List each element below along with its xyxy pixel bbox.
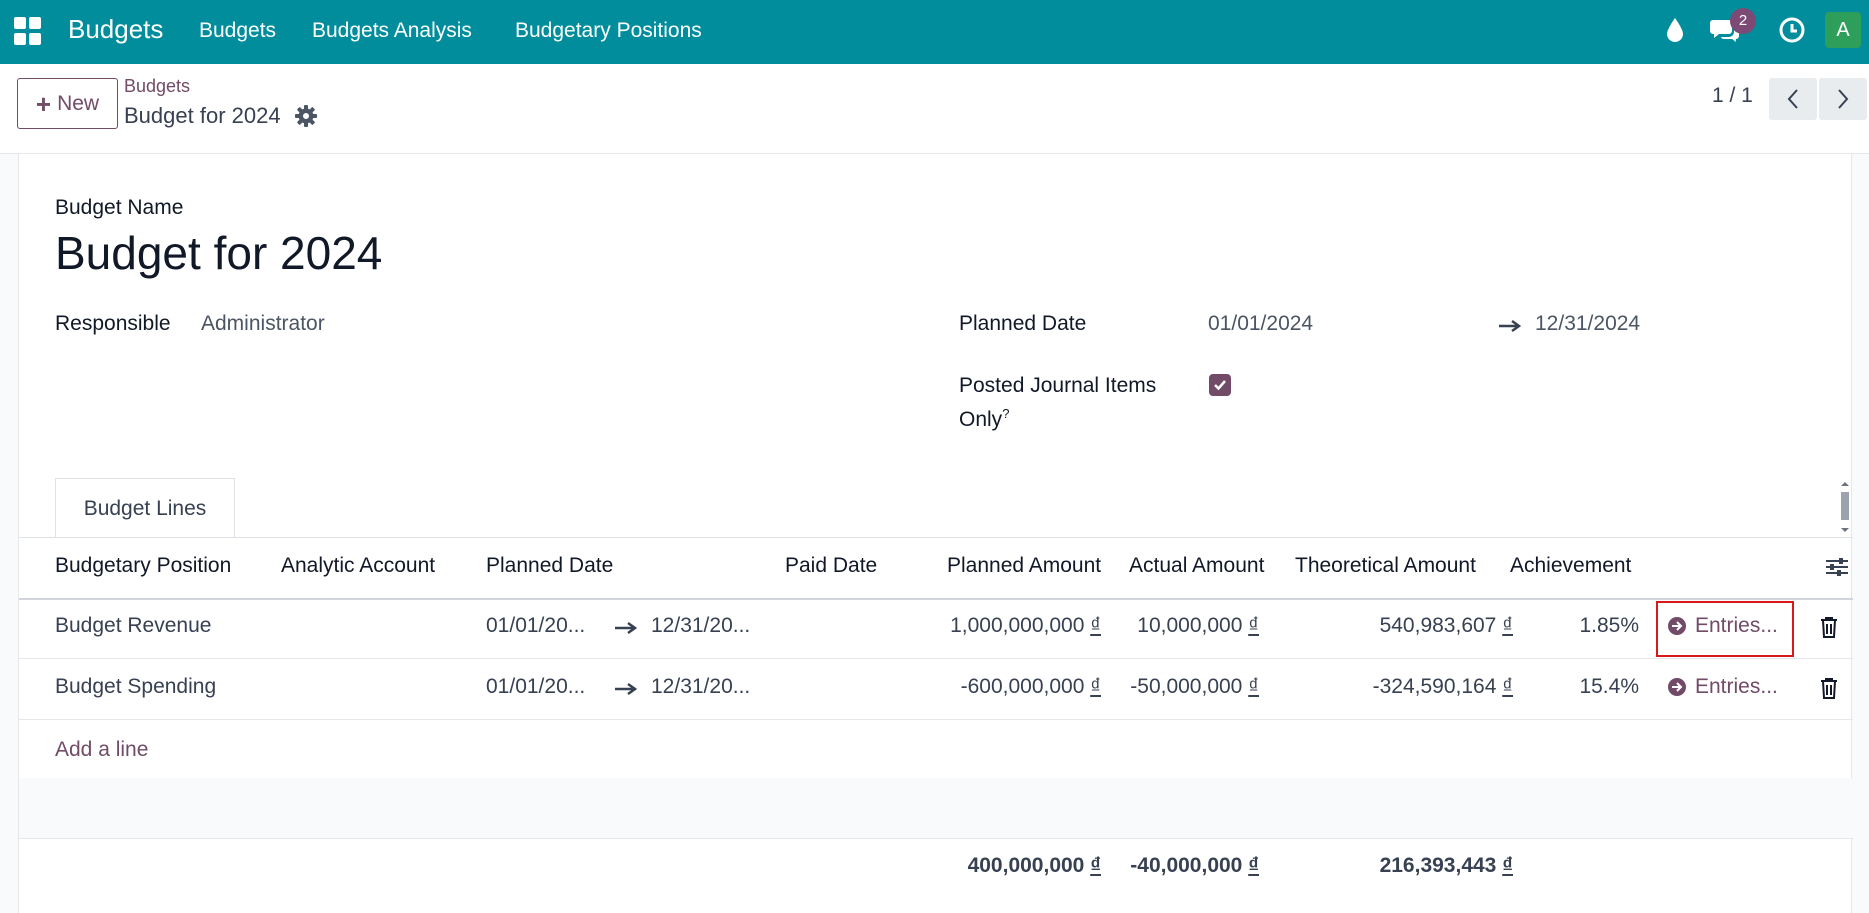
posted-journal-label-line2: Only? [959,406,1010,431]
help-tooltip-icon[interactable]: ? [1002,406,1009,421]
empty-row [19,778,1853,838]
table-header-divider [19,598,1853,600]
user-avatar[interactable]: A [1825,12,1861,48]
row-theoretical-amount[interactable]: -324,590,164 ₫ [1259,675,1513,699]
arrow-right-icon [615,621,638,635]
arrow-right-icon [615,682,638,696]
total-theoretical-amount: 216,393,443 ₫ [1379,854,1513,877]
column-settings-icon[interactable] [1825,556,1849,578]
entries-button[interactable]: Entries... [1667,675,1778,699]
row-actual-amount[interactable]: 10,000,000 ₫ [1079,614,1259,638]
breadcrumb-parent[interactable]: Budgets [124,76,190,97]
row-date-to[interactable]: 12/31/20... [651,675,750,699]
row-budgetary-position[interactable]: Budget Spending [55,675,216,699]
row-date-from[interactable]: 01/01/20... [486,675,585,699]
row-achievement: 1.85% [1579,614,1639,637]
breadcrumb-current: Budget for 2024 [124,103,281,128]
responsible-label: Responsible [55,312,171,335]
row-date-to[interactable]: 12/31/20... [651,614,750,638]
row-divider [19,719,1853,720]
planned-date-from-field[interactable]: 01/01/2024 [1208,312,1313,336]
total-planned-amount: 400,000,000 ₫ [967,854,1101,877]
checkmark-icon [1214,380,1226,391]
row-achievement: 15.4% [1579,675,1639,698]
chevron-right-icon [1838,89,1849,109]
chevron-left-icon [1787,89,1798,109]
column-header-theoretical-amount[interactable]: Theoretical Amount [1295,554,1476,578]
control-panel: + New Budgets Budget for 2024 1 / 1 [0,64,1869,154]
delete-row-icon[interactable] [1819,616,1839,638]
row-planned-amount[interactable]: -600,000,000 ₫ [879,675,1101,699]
row-date-from[interactable]: 01/01/20... [486,614,585,638]
planned-date-label: Planned Date [959,312,1087,335]
entries-highlight-box [1656,601,1794,657]
pager-counter[interactable]: 1 / 1 [1712,84,1753,108]
posted-journal-label-line1: Posted Journal Items [959,374,1157,397]
activity-clock-icon[interactable] [1778,16,1806,44]
nav-link-budgets[interactable]: Budgets [199,19,276,43]
nav-link-budgetary-positions[interactable]: Budgetary Positions [515,19,702,43]
drop-icon[interactable] [1664,16,1686,44]
row-planned-amount[interactable]: 1,000,000,000 ₫ [879,614,1101,638]
gear-icon[interactable] [294,104,318,128]
row-actual-amount[interactable]: -50,000,000 ₫ [1079,675,1259,699]
new-button-label: New [57,91,100,115]
column-header-planned-date[interactable]: Planned Date [486,554,613,578]
totals-divider [19,838,1853,839]
column-header-planned-amount[interactable]: Planned Amount [947,554,1101,578]
column-header-paid-date[interactable]: Paid Date [785,554,877,578]
add-line-link[interactable]: Add a line [55,738,148,762]
posted-journal-checkbox[interactable] [1209,374,1231,396]
pager-previous-button[interactable] [1769,78,1817,120]
messages-count-badge: 2 [1730,8,1756,34]
delete-row-icon[interactable] [1819,677,1839,699]
column-header-analytic-account[interactable]: Analytic Account [281,554,435,578]
apps-menu-icon[interactable] [14,17,42,45]
top-navbar: Budgets Budgets Budgets Analysis Budgeta… [0,0,1869,64]
pager-next-button[interactable] [1819,78,1867,120]
row-theoretical-amount[interactable]: 540,983,607 ₫ [1259,614,1513,638]
column-header-achievement[interactable]: Achievement [1510,554,1631,578]
budget-name-field[interactable]: Budget for 2024 [55,226,382,280]
arrow-circle-right-icon [1668,678,1686,696]
app-brand[interactable]: Budgets [68,14,163,45]
budget-name-label: Budget Name [55,196,184,219]
new-button[interactable]: + New [17,78,118,129]
responsible-field[interactable]: Administrator [201,312,325,336]
row-budgetary-position[interactable]: Budget Revenue [55,614,211,638]
column-header-budgetary-position[interactable]: Budgetary Position [55,554,231,578]
tabs-scrollbar[interactable] [1839,480,1851,536]
tab-divider [19,537,1853,538]
planned-date-to-field[interactable]: 12/31/2024 [1535,312,1640,336]
row-divider [19,658,1853,659]
form-sheet: Budget Name Budget for 2024 Responsible … [18,154,1853,913]
tab-budget-lines[interactable]: Budget Lines [55,478,235,538]
column-header-actual-amount[interactable]: Actual Amount [1129,554,1264,578]
arrow-right-icon [1499,319,1522,333]
plus-icon: + [35,88,52,119]
total-actual-amount: -40,000,000 ₫ [1130,854,1259,877]
nav-link-budgets-analysis[interactable]: Budgets Analysis [312,19,472,43]
